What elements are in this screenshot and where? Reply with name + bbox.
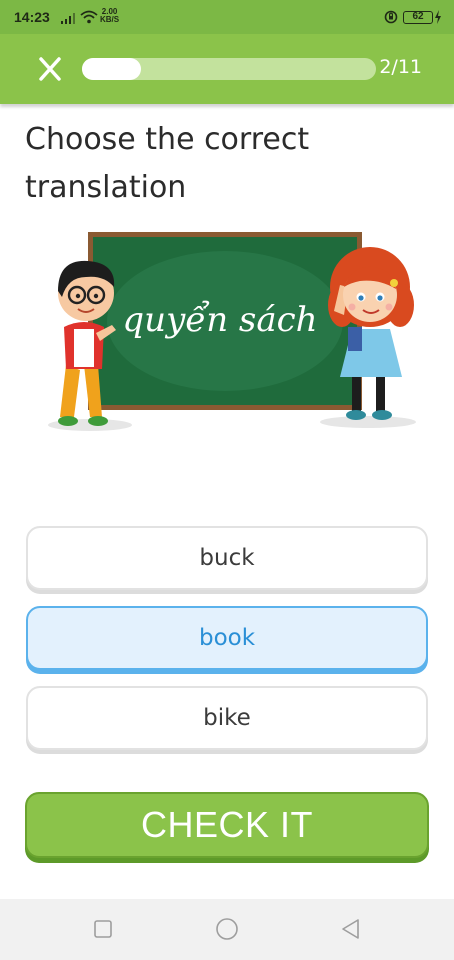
prompt-line-2: translation	[25, 170, 187, 205]
chalkboard-illustration: quyển sách	[48, 232, 416, 431]
status-time: 14:23	[14, 9, 50, 25]
battery-indicator: 62	[403, 11, 433, 24]
recents-button[interactable]	[90, 916, 116, 942]
status-bar: 14:23 2.00 KB/S 62	[0, 0, 454, 34]
board-word: quyển sách	[122, 300, 317, 340]
progress-fill	[82, 58, 141, 80]
check-it-label: CHECK IT	[140, 804, 313, 845]
option-label: book	[198, 625, 256, 651]
square-recents-icon	[94, 920, 112, 938]
triangle-back-icon	[342, 919, 359, 939]
network-speed: 2.00 KB/S	[100, 8, 119, 24]
check-it-button[interactable]: CHECK IT	[25, 792, 429, 858]
prompt-line-1: Choose the correct	[25, 122, 310, 157]
question-prompt: Choose the correct translation	[25, 116, 425, 212]
home-button[interactable]	[214, 916, 240, 942]
network-speed-unit: KB/S	[100, 15, 120, 24]
circle-home-icon	[216, 918, 238, 940]
lesson-header: 2/11	[0, 34, 454, 104]
signal-icon	[61, 13, 75, 24]
option-label: buck	[199, 545, 255, 571]
option-bike[interactable]: bike	[26, 686, 428, 750]
progress-counter: 2/11	[379, 56, 422, 78]
option-label: bike	[203, 705, 251, 731]
close-icon	[39, 57, 61, 81]
charging-icon	[435, 10, 441, 24]
close-button[interactable]	[30, 53, 70, 85]
option-buck[interactable]: buck	[26, 526, 428, 590]
alarm-icon	[384, 10, 398, 24]
wifi-icon	[80, 10, 98, 24]
system-nav-bar	[0, 899, 454, 960]
option-book[interactable]: book	[26, 606, 428, 670]
back-button[interactable]	[338, 916, 364, 942]
progress-bar	[82, 58, 376, 80]
